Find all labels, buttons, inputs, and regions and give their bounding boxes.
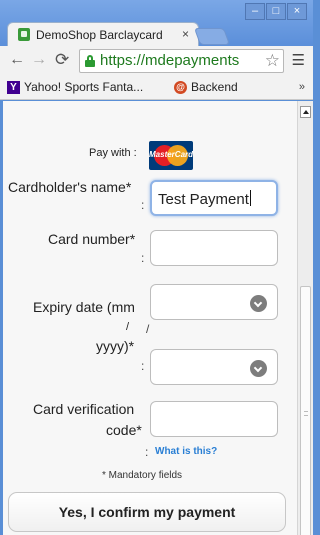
menu-icon[interactable]: ☰ bbox=[292, 51, 305, 69]
bookmark-label: Backend bbox=[191, 80, 238, 94]
cvc-label: Card verification bbox=[33, 401, 135, 417]
bookmark-star-icon[interactable]: ☆ bbox=[262, 51, 280, 71]
bookmark-backend[interactable]: @ Backend bbox=[174, 80, 238, 94]
url-text: https://mdepayments bbox=[100, 52, 240, 69]
expiry-year-select[interactable] bbox=[150, 349, 278, 385]
colon: : bbox=[141, 359, 145, 373]
colon: : bbox=[141, 251, 145, 265]
expiry-label: Expiry date (mm bbox=[33, 299, 135, 315]
colon: : bbox=[141, 198, 145, 212]
cardholder-name-input[interactable]: Test Payment bbox=[150, 180, 278, 216]
window-controls: – □ × bbox=[245, 3, 307, 20]
expiry-label-year: yyyy)* bbox=[96, 338, 135, 354]
window-title-bar: DemoShop Barclaycard × – □ × bbox=[0, 0, 313, 46]
lock-icon bbox=[85, 55, 95, 67]
tab-close-button[interactable]: × bbox=[182, 27, 189, 41]
address-bar[interactable]: https://mdepayments ☆ bbox=[79, 49, 284, 73]
scrollbar-thumb[interactable] bbox=[300, 286, 311, 535]
back-arrow-icon[interactable]: ← bbox=[9, 51, 25, 69]
bookmarks-bar: Y Yahoo! Sports Fanta... @ Backend » bbox=[0, 76, 313, 100]
expiry-separator: / bbox=[146, 322, 150, 336]
colon: : bbox=[145, 445, 149, 459]
confirm-payment-button[interactable]: Yes, I confirm my payment bbox=[8, 492, 286, 532]
chevron-down-icon bbox=[250, 360, 267, 377]
expiry-label-slash: / bbox=[126, 321, 130, 333]
close-window-button[interactable]: × bbox=[287, 3, 307, 20]
mastercard-logo-icon: MasterCard bbox=[149, 141, 193, 170]
bookmark-yahoo[interactable]: Y Yahoo! Sports Fanta... bbox=[7, 80, 143, 94]
what-is-this-link[interactable]: What is this? bbox=[155, 446, 217, 457]
forward-arrow-icon[interactable]: → bbox=[31, 51, 47, 69]
browser-tab[interactable]: DemoShop Barclaycard × bbox=[7, 22, 199, 46]
new-tab-button[interactable] bbox=[193, 28, 231, 45]
backend-icon: @ bbox=[174, 80, 187, 94]
cardholder-value: Test Payment bbox=[158, 191, 249, 208]
card-brand-text: MasterCard bbox=[149, 150, 193, 159]
cvc-input[interactable] bbox=[150, 401, 278, 437]
chevron-down-icon bbox=[250, 295, 267, 312]
yahoo-icon: Y bbox=[7, 80, 20, 94]
minimize-button[interactable]: – bbox=[245, 3, 265, 20]
mandatory-fields-note: * Mandatory fields bbox=[102, 470, 183, 481]
reload-icon[interactable]: ⟳ bbox=[55, 50, 69, 70]
payment-page: Pay with : MasterCard Cardholder's name*… bbox=[3, 101, 297, 535]
card-number-label: Card number* bbox=[48, 231, 136, 247]
shop-favicon-icon bbox=[18, 28, 30, 41]
expiry-month-select[interactable] bbox=[150, 284, 278, 320]
bookmark-label: Yahoo! Sports Fanta... bbox=[24, 80, 144, 94]
browser-toolbar: ← → ⟳ https://mdepayments ☆ ☰ bbox=[0, 46, 313, 76]
cardholder-label: Cardholder's name* bbox=[8, 179, 132, 195]
pay-with-label: Pay with : bbox=[89, 147, 137, 159]
card-number-input[interactable] bbox=[150, 230, 278, 266]
maximize-button[interactable]: □ bbox=[266, 3, 286, 20]
bookmarks-overflow-button[interactable]: » bbox=[299, 81, 305, 93]
page-scrollbar[interactable] bbox=[297, 101, 313, 535]
cvc-label-code: code* bbox=[106, 422, 142, 438]
scroll-up-arrow-icon[interactable] bbox=[300, 106, 311, 118]
tab-title: DemoShop Barclaycard bbox=[36, 28, 163, 42]
